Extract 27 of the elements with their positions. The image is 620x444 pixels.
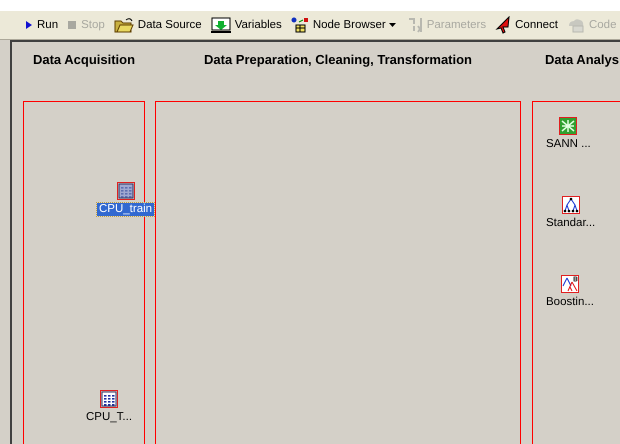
node-label[interactable]: CPU_T...: [84, 411, 134, 424]
toolbar-button[interactable]: Run: [22, 13, 64, 37]
dropdown-caret-icon[interactable]: [388, 23, 396, 27]
table-icon[interactable]: [100, 390, 118, 408]
parameters-icon: [406, 17, 423, 33]
network-icon[interactable]: [559, 117, 578, 135]
column-heading: Data Analys: [544, 51, 620, 69]
monitor-icon: [210, 17, 231, 33]
nodes-icon: [290, 17, 309, 33]
cursor-arrow-icon: [495, 16, 512, 34]
column-heading: Data Acquisition: [32, 51, 136, 69]
run-icon: [25, 19, 33, 31]
toolbar-button[interactable]: Connect: [492, 13, 564, 37]
tree-icon[interactable]: [562, 196, 580, 214]
stop-icon: [67, 20, 78, 30]
toolbar-button[interactable]: Variables: [208, 13, 288, 37]
node-label[interactable]: Boostin...: [544, 296, 596, 309]
toolbar-button[interactable]: Node Browser: [288, 13, 392, 37]
code-icon: [566, 17, 585, 33]
folder-icon: [114, 17, 134, 33]
node-label[interactable]: Standar...: [544, 217, 598, 230]
table-icon[interactable]: [116, 182, 135, 200]
node-label[interactable]: SANN ...: [544, 138, 593, 151]
trees-icon[interactable]: [560, 275, 579, 293]
column-heading: Data Preparation, Cleaning, Transformation: [203, 51, 473, 69]
node-label[interactable]: CPU_train: [97, 203, 154, 216]
toolbar-button[interactable]: Data Source: [110, 13, 208, 37]
